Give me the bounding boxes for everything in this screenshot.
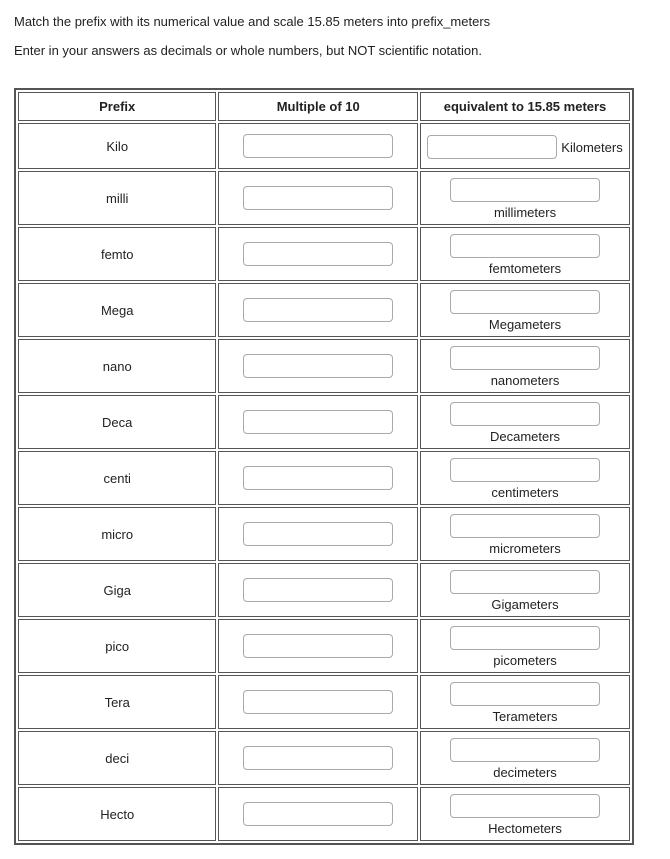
multiple-input[interactable]	[243, 354, 393, 378]
table-row: deci decimeters	[18, 731, 630, 785]
equivalent-input[interactable]	[450, 514, 600, 538]
prefix-cell: Giga	[18, 563, 216, 617]
equivalent-cell: femtometers	[420, 227, 630, 281]
unit-label: Gigameters	[491, 597, 558, 612]
multiple-cell	[218, 731, 418, 785]
prefix-cell: deci	[18, 731, 216, 785]
equivalent-input[interactable]	[450, 346, 600, 370]
intro-text-2: Enter in your answers as decimals or who…	[14, 43, 656, 58]
equivalent-input[interactable]	[450, 234, 600, 258]
multiple-cell	[218, 787, 418, 841]
equivalent-cell: Decameters	[420, 395, 630, 449]
multiple-cell	[218, 619, 418, 673]
equivalent-input[interactable]	[450, 402, 600, 426]
header-equivalent: equivalent to 15.85 meters	[420, 92, 630, 121]
unit-label: Hectometers	[488, 821, 562, 836]
multiple-cell	[218, 395, 418, 449]
prefix-cell: Mega	[18, 283, 216, 337]
equivalent-cell: millimeters	[420, 171, 630, 225]
table-row: Giga Gigameters	[18, 563, 630, 617]
table-row: pico picometers	[18, 619, 630, 673]
unit-label: micrometers	[489, 541, 561, 556]
equivalent-cell: centimeters	[420, 451, 630, 505]
table-row: centi centimeters	[18, 451, 630, 505]
multiple-input[interactable]	[243, 466, 393, 490]
unit-label: decimeters	[493, 765, 557, 780]
unit-label: Terameters	[493, 709, 558, 724]
multiple-cell	[218, 563, 418, 617]
prefix-cell: pico	[18, 619, 216, 673]
unit-label: Decameters	[490, 429, 560, 444]
multiple-input[interactable]	[243, 634, 393, 658]
equivalent-input[interactable]	[450, 682, 600, 706]
unit-label: Kilometers	[561, 140, 622, 155]
table-row: Mega Megameters	[18, 283, 630, 337]
multiple-input[interactable]	[243, 242, 393, 266]
multiple-input[interactable]	[243, 746, 393, 770]
multiple-input[interactable]	[243, 186, 393, 210]
header-prefix: Prefix	[18, 92, 216, 121]
equivalent-input[interactable]	[450, 290, 600, 314]
multiple-cell	[218, 283, 418, 337]
multiple-cell	[218, 227, 418, 281]
equivalent-cell: Gigameters	[420, 563, 630, 617]
equivalent-input[interactable]	[450, 626, 600, 650]
multiple-input[interactable]	[243, 134, 393, 158]
multiple-input[interactable]	[243, 578, 393, 602]
table-row: Tera Terameters	[18, 675, 630, 729]
equivalent-cell: Hectometers	[420, 787, 630, 841]
intro-text-1: Match the prefix with its numerical valu…	[14, 14, 656, 29]
multiple-cell	[218, 123, 418, 169]
equivalent-cell: nanometers	[420, 339, 630, 393]
equivalent-input[interactable]	[450, 570, 600, 594]
prefix-cell: femto	[18, 227, 216, 281]
equivalent-input[interactable]	[427, 135, 557, 159]
prefix-cell: Tera	[18, 675, 216, 729]
equivalent-cell: decimeters	[420, 731, 630, 785]
prefix-cell: centi	[18, 451, 216, 505]
multiple-input[interactable]	[243, 410, 393, 434]
equivalent-cell: picometers	[420, 619, 630, 673]
equivalent-cell: Megameters	[420, 283, 630, 337]
prefix-cell: nano	[18, 339, 216, 393]
unit-label: millimeters	[494, 205, 556, 220]
table-row: milli millimeters	[18, 171, 630, 225]
unit-label: femtometers	[489, 261, 561, 276]
multiple-cell	[218, 675, 418, 729]
unit-label: picometers	[493, 653, 557, 668]
equivalent-cell: micrometers	[420, 507, 630, 561]
unit-label: nanometers	[491, 373, 560, 388]
unit-label: Megameters	[489, 317, 561, 332]
equivalent-input[interactable]	[450, 794, 600, 818]
prefix-cell: milli	[18, 171, 216, 225]
multiple-input[interactable]	[243, 522, 393, 546]
multiple-cell	[218, 171, 418, 225]
multiple-cell	[218, 339, 418, 393]
multiple-cell	[218, 451, 418, 505]
unit-label: centimeters	[491, 485, 558, 500]
prefix-cell: Deca	[18, 395, 216, 449]
multiple-input[interactable]	[243, 802, 393, 826]
multiple-input[interactable]	[243, 298, 393, 322]
table-row: Deca Decameters	[18, 395, 630, 449]
prefix-cell: Hecto	[18, 787, 216, 841]
prefix-cell: micro	[18, 507, 216, 561]
prefix-cell: Kilo	[18, 123, 216, 169]
table-row: micro micrometers	[18, 507, 630, 561]
table-row: femto femtometers	[18, 227, 630, 281]
table-row: nano nanometers	[18, 339, 630, 393]
equivalent-cell: Terameters	[420, 675, 630, 729]
header-multiple: Multiple of 10	[218, 92, 418, 121]
prefix-table: Prefix Multiple of 10 equivalent to 15.8…	[14, 88, 634, 845]
multiple-cell	[218, 507, 418, 561]
equivalent-input[interactable]	[450, 738, 600, 762]
multiple-input[interactable]	[243, 690, 393, 714]
equivalent-input[interactable]	[450, 178, 600, 202]
equivalent-cell: Kilometers	[420, 123, 630, 169]
table-row: Hecto Hectometers	[18, 787, 630, 841]
table-row: Kilo Kilometers	[18, 123, 630, 169]
equivalent-input[interactable]	[450, 458, 600, 482]
